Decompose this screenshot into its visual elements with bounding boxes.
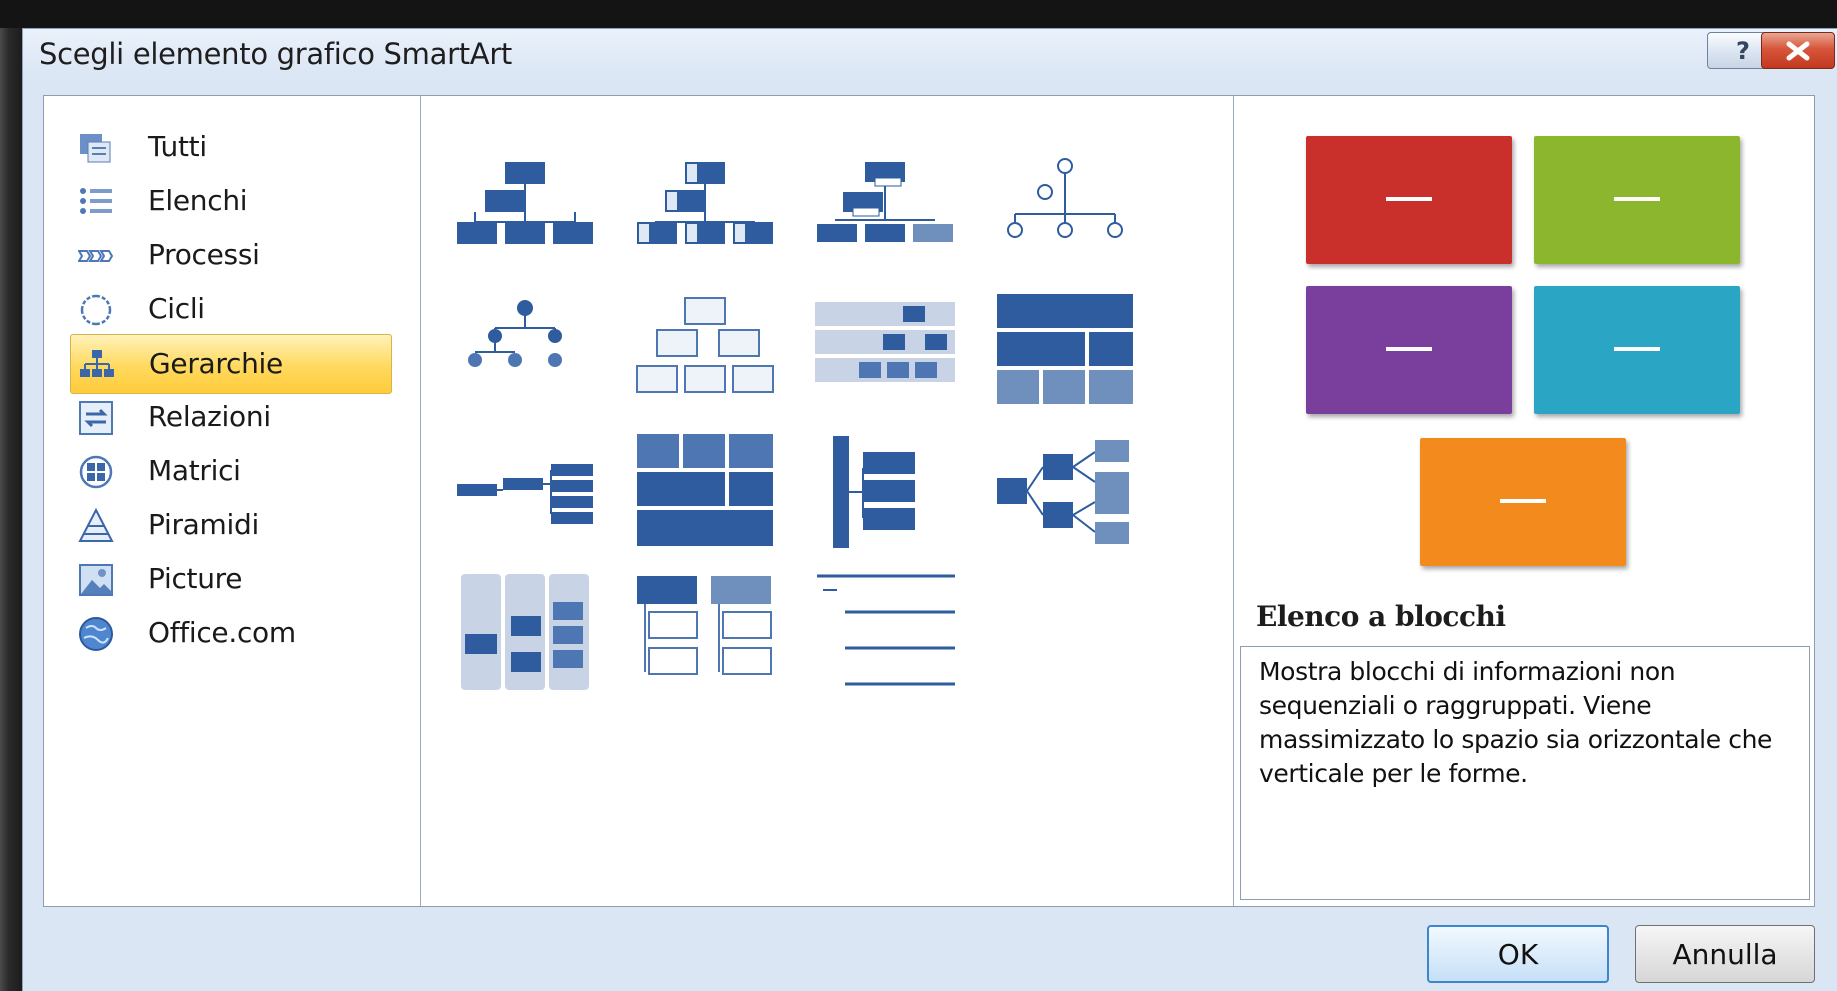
category-label: Tutti xyxy=(148,130,207,163)
category-label: Processi xyxy=(148,238,260,271)
category-list: Tutti Elenchi Processi Cicli Gerarchie R… xyxy=(44,96,421,906)
layout-name-title-org-chart-thumbnail[interactable] xyxy=(815,152,955,272)
relationship-icon xyxy=(79,401,113,435)
help-icon: ? xyxy=(1736,36,1750,65)
category-label: Cicli xyxy=(148,292,205,325)
layout-org-chart-thumbnail[interactable] xyxy=(455,152,595,272)
process-icon xyxy=(78,250,114,262)
category-label: Matrici xyxy=(148,454,241,487)
smartart-dialog: Scegli elemento grafico SmartArt ? Tutti xyxy=(22,28,1837,991)
category-label: Picture xyxy=(148,562,243,595)
preview-block-orange xyxy=(1420,438,1626,566)
picture-icon xyxy=(79,564,113,596)
layout-labeled-hierarchy-thumbnail[interactable] xyxy=(455,292,595,412)
layout-hierarchy-outline-thumbnail[interactable] xyxy=(635,292,775,412)
preview-block-red xyxy=(1306,136,1512,264)
close-button[interactable] xyxy=(1761,32,1835,69)
layout-lined-list-thumbnail[interactable] xyxy=(815,572,955,692)
category-relationship[interactable]: Relazioni xyxy=(70,388,392,448)
content-frame: Tutti Elenchi Processi Cicli Gerarchie R… xyxy=(43,95,1815,907)
preview-panel: Elenco a blocchi Mostra blocchi di infor… xyxy=(1234,96,1814,906)
category-lists[interactable]: Elenchi xyxy=(70,172,392,232)
category-office-com[interactable]: Office.com xyxy=(70,604,392,664)
layout-horizontal-hierarchy-bands-thumbnail[interactable] xyxy=(815,292,955,412)
list-icon xyxy=(80,188,112,214)
layout-horizontal-org-chart-thumbnail[interactable] xyxy=(455,432,595,552)
background-window-edge xyxy=(0,28,22,991)
category-label: Office.com xyxy=(148,616,296,649)
layout-picture-org-chart-thumbnail[interactable] xyxy=(635,152,775,272)
hierarchy-icon xyxy=(80,350,114,377)
preview-block-teal xyxy=(1534,286,1740,414)
cycle-icon xyxy=(80,294,112,326)
title-bar: Scegli elemento grafico SmartArt ? xyxy=(23,29,1837,75)
layout-hierarchy-list-thumbnail[interactable] xyxy=(635,572,775,692)
category-label: Elenchi xyxy=(148,184,248,217)
close-icon xyxy=(1786,41,1810,60)
pyramid-icon xyxy=(78,508,114,542)
category-label: Gerarchie xyxy=(149,347,283,380)
category-label: Relazioni xyxy=(148,400,271,433)
category-hierarchy[interactable]: Gerarchie xyxy=(70,334,392,394)
layout-gallery xyxy=(421,96,1234,906)
layout-circle-hierarchy-thumbnail[interactable] xyxy=(995,152,1135,272)
category-process[interactable]: Processi xyxy=(70,226,392,286)
preview-block-purple xyxy=(1306,286,1512,414)
layout-horizontal-hierarchy-thumbnail[interactable] xyxy=(995,432,1135,552)
category-matrix[interactable]: Matrici xyxy=(70,442,392,502)
globe-icon xyxy=(79,617,113,651)
dialog-title: Scegli elemento grafico SmartArt xyxy=(39,37,513,71)
category-all[interactable]: Tutti xyxy=(70,118,392,178)
category-cycle[interactable]: Cicli xyxy=(70,280,392,340)
cancel-button[interactable]: Annulla xyxy=(1635,925,1815,983)
preview-block-green xyxy=(1534,136,1740,264)
layout-name: Elenco a blocchi xyxy=(1256,600,1506,633)
layout-vertical-hierarchy-thumbnail[interactable] xyxy=(815,432,955,552)
ok-button[interactable]: OK xyxy=(1427,925,1609,983)
category-label: Piramidi xyxy=(148,508,259,541)
layout-description: Mostra blocchi di informazioni non seque… xyxy=(1240,646,1810,900)
layout-block-hierarchy-thumbnail[interactable] xyxy=(635,432,775,552)
all-layouts-icon xyxy=(80,134,111,163)
category-pyramid[interactable]: Piramidi xyxy=(70,496,392,556)
matrix-icon xyxy=(79,455,113,489)
layout-labeled-horizontal-hierarchy-thumbnail[interactable] xyxy=(455,572,595,692)
category-picture[interactable]: Picture xyxy=(70,550,392,610)
layout-table-hierarchy-thumbnail[interactable] xyxy=(995,292,1135,412)
